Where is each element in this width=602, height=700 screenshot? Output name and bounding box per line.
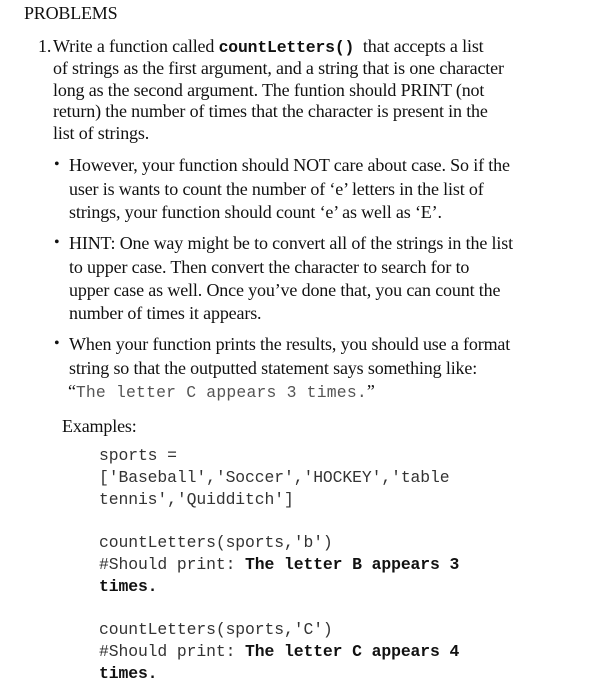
problem-intro-line-2: of strings as the first argument, and a … bbox=[53, 58, 504, 78]
problem-intro-line-4: return) the number of times that the cha… bbox=[53, 101, 488, 121]
comment-prefix: #Should print: bbox=[99, 642, 246, 661]
problem-intro-line-5: list of strings. bbox=[53, 123, 150, 143]
intro-text-pre: Write a function called bbox=[53, 36, 219, 56]
bullet-2-line-1: HINT: One way might be to convert all of… bbox=[69, 233, 513, 253]
code-sports-line-1: sports = bbox=[99, 446, 177, 465]
code-sports-line-2: ['Baseball','Soccer','HOCKEY','table bbox=[99, 468, 450, 487]
bullet-icon: • bbox=[54, 156, 60, 173]
quote-close: ” bbox=[366, 381, 375, 401]
code-example-2-call: countLetters(sports,'C') bbox=[99, 620, 333, 639]
expected-output: The letter C appears 4 bbox=[245, 642, 460, 661]
intro-text-post: that accepts a list bbox=[354, 36, 484, 56]
code-example-1-comment: #Should print: The letter B appears 3 bbox=[99, 554, 459, 576]
bullet-2-line-2: to upper case. Then convert the characte… bbox=[69, 257, 470, 277]
code-example-1-call: countLetters(sports,'b') bbox=[99, 533, 333, 552]
bullet-icon: • bbox=[54, 234, 60, 251]
bullet-1-line-2: user is wants to count the number of ‘e’… bbox=[69, 179, 484, 199]
format-string-example: “The letter C appears 3 times.” bbox=[68, 380, 375, 404]
format-string-code: The letter C appears 3 times. bbox=[75, 383, 367, 402]
bullet-1-line-3: strings, your function should count ‘e’ … bbox=[69, 202, 442, 222]
code-example-1-output-cont: times. bbox=[99, 577, 158, 596]
problem-intro-line-3: long as the second argument. The funtion… bbox=[53, 80, 485, 100]
problem-intro-line-1: Write a function called countLetters() t… bbox=[53, 35, 484, 59]
quote-open: “ bbox=[68, 381, 76, 401]
bullet-icon: • bbox=[54, 335, 60, 352]
bullet-3-line-2: string so that the outputted statement s… bbox=[69, 358, 478, 378]
bullet-1-line-1: However, your function should NOT care a… bbox=[69, 155, 510, 175]
problem-number: 1. bbox=[38, 36, 52, 56]
function-name-code: countLetters() bbox=[218, 38, 355, 57]
code-sports-line-3: tennis','Quidditch'] bbox=[99, 490, 294, 509]
bullet-2-line-4: number of times it appears. bbox=[69, 303, 262, 323]
code-example-2-comment: #Should print: The letter C appears 4 bbox=[99, 641, 459, 663]
bullet-2-line-3: upper case as well. Once you’ve done tha… bbox=[69, 280, 501, 300]
examples-label: Examples: bbox=[62, 416, 137, 436]
bullet-3-line-1: When your function prints the results, y… bbox=[69, 334, 511, 354]
problems-heading: PROBLEMS bbox=[24, 3, 118, 23]
comment-prefix: #Should print: bbox=[99, 555, 246, 574]
expected-output: The letter B appears 3 bbox=[245, 555, 460, 574]
code-example-2-output-cont: times. bbox=[99, 664, 158, 683]
